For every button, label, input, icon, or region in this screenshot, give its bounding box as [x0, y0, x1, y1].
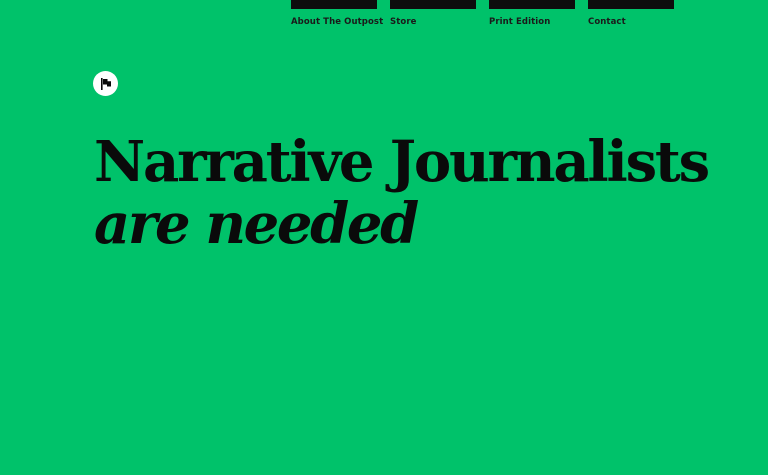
nav-bar-block[interactable]: [291, 0, 377, 9]
nav-bar-block[interactable]: [489, 0, 575, 9]
nav-label-store[interactable]: Store: [390, 17, 476, 27]
nav-item-contact[interactable]: Contact: [588, 0, 674, 27]
nav-bar-block[interactable]: [588, 0, 674, 9]
flag-icon: [100, 77, 111, 90]
headline-line-1: Narrative Journalists: [94, 129, 710, 195]
top-navigation: About The Outpost Store Print Edition Co…: [291, 0, 674, 27]
nav-label-contact[interactable]: Contact: [588, 17, 674, 27]
nav-label-print-edition[interactable]: Print Edition: [489, 17, 575, 27]
headline-line-2: are needed: [94, 191, 419, 257]
nav-item-print-edition[interactable]: Print Edition: [489, 0, 575, 27]
nav-bar-block[interactable]: [390, 0, 476, 9]
nav-label-about[interactable]: About The Outpost: [291, 17, 383, 27]
nav-item-store[interactable]: Store: [390, 0, 476, 27]
site-logo[interactable]: [93, 71, 118, 96]
page-headline: Narrative Journalists are needed: [94, 129, 710, 257]
nav-item-about[interactable]: About The Outpost: [291, 0, 383, 27]
